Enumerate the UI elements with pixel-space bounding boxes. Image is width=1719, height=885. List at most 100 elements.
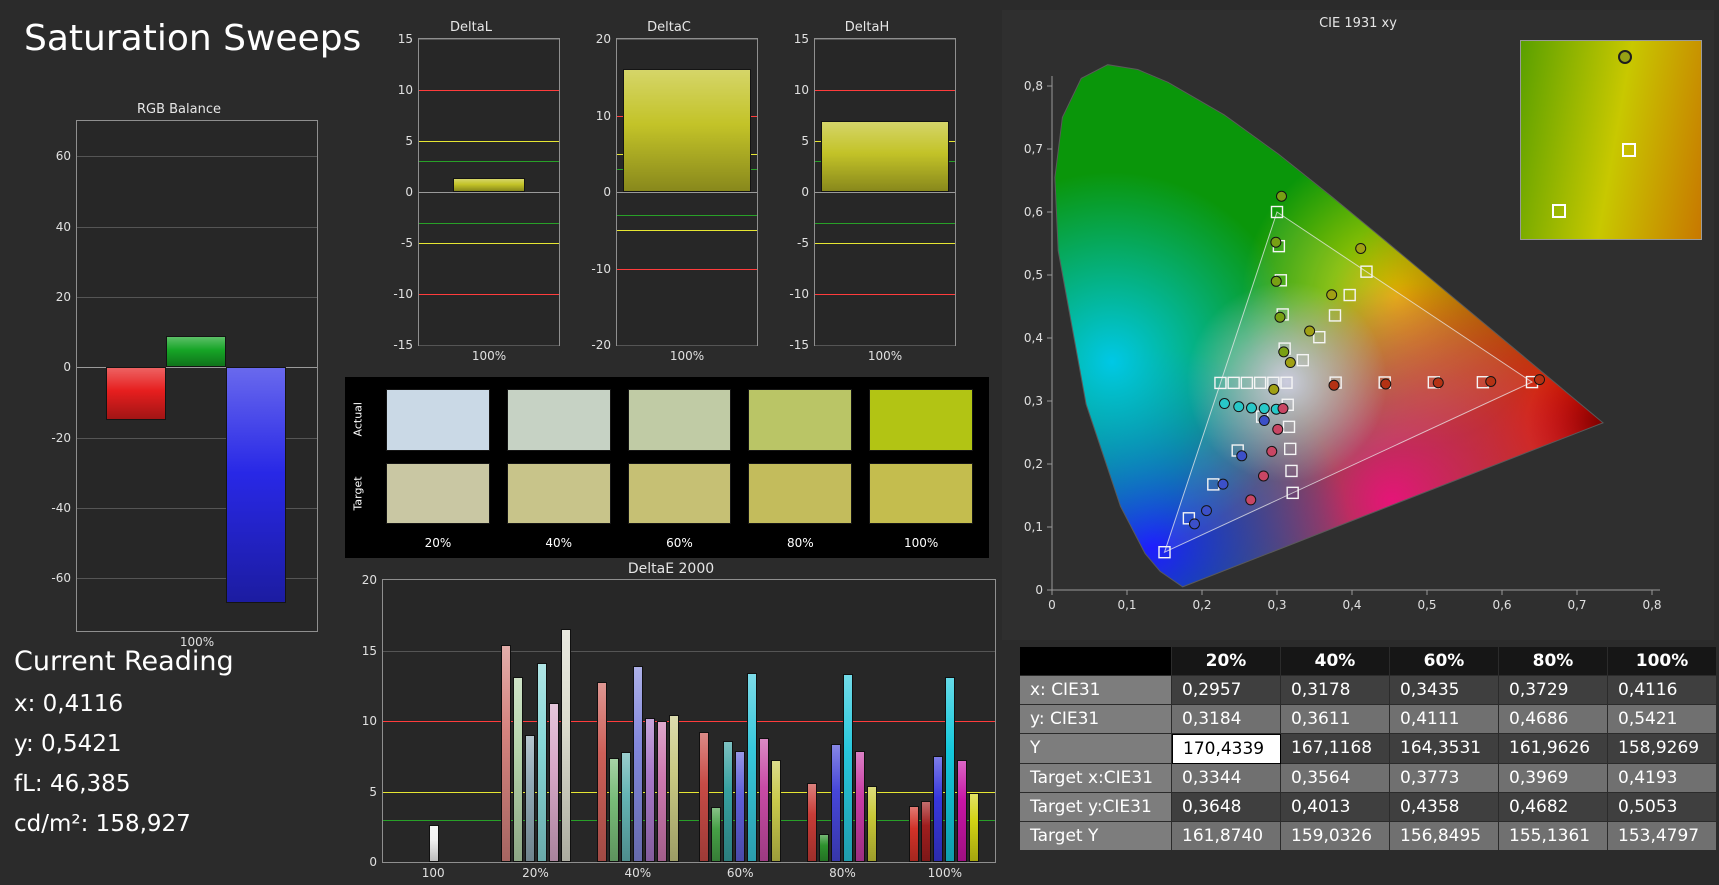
measurement-table: 20% 40% 60% 80% 100% x: CIE31 0,2957 0,3178 0,34…: [1020, 647, 1717, 851]
measurement-green: [1270, 275, 1282, 287]
deltae-bar: [723, 740, 733, 862]
measurement-cyan: [1219, 398, 1230, 410]
deltae-bar: [501, 644, 511, 862]
axis-tick-label: -20: [591, 338, 611, 352]
table-cell[interactable]: 0,3564: [1281, 764, 1390, 793]
swatch-row-label: Actual: [351, 402, 365, 437]
x-tick-label: 0,4: [1342, 598, 1361, 612]
table-cell[interactable]: 161,8740: [1172, 822, 1281, 851]
table-cell[interactable]: 0,3648: [1172, 793, 1281, 822]
swatch-col-label: 80%: [786, 536, 814, 550]
measurement-cyan: [1246, 402, 1257, 414]
axis-tick-label: -15: [393, 338, 413, 352]
table-cell[interactable]: 161,9626: [1499, 734, 1608, 764]
table-cell[interactable]: 156,8495: [1390, 822, 1499, 851]
gridline: [77, 226, 317, 228]
table-cell[interactable]: 0,4358: [1390, 793, 1499, 822]
table-cell[interactable]: 164,3531: [1390, 734, 1499, 764]
deltae-bar: [633, 666, 643, 862]
swatch-row-label: Target: [351, 476, 365, 511]
table-cell[interactable]: 158,9269: [1608, 734, 1717, 764]
table-row-label: Target x:CIE31: [1020, 764, 1172, 793]
actual-swatch-80%: [748, 389, 853, 451]
table-cell[interactable]: 0,3344: [1172, 764, 1281, 793]
table-cell[interactable]: 0,5421: [1608, 705, 1717, 734]
table-cell[interactable]: 0,4111: [1390, 705, 1499, 734]
deltae-bar: [711, 807, 721, 862]
axis-tick-label: 60: [55, 149, 71, 164]
axis-tick-label: 0: [369, 855, 377, 869]
cie-zoom-inset: [1520, 40, 1702, 240]
table-cell[interactable]: 0,5053: [1608, 793, 1717, 822]
deltae-bar: [699, 732, 709, 862]
inset-target-marker: [1622, 142, 1636, 157]
measurement-blue: [1201, 505, 1212, 517]
gridline: [77, 296, 317, 298]
y-tick-label: 0: [1035, 583, 1043, 597]
actual-swatch-40%: [506, 389, 611, 451]
table-cell[interactable]: 0,3611: [1281, 705, 1390, 734]
table-cell[interactable]: 155,1361: [1499, 822, 1608, 851]
measurement-green: [1276, 190, 1287, 202]
axis-tick-label: 10: [793, 83, 809, 97]
measurement-red: [1485, 375, 1497, 387]
deltae-bar: [855, 750, 865, 862]
table-cell[interactable]: 0,4013: [1281, 793, 1390, 822]
deltae-bar: [621, 752, 631, 862]
measurement-blue: [1217, 478, 1229, 490]
deltae-bar: [957, 760, 967, 862]
delta-bar: [622, 68, 752, 192]
table-cell[interactable]: 0,4682: [1499, 793, 1608, 822]
table-col-header: 60%: [1390, 647, 1499, 676]
table-cell[interactable]: 0,4116: [1608, 676, 1717, 705]
deltae-bar: [657, 721, 667, 862]
measurement-yellow: [1268, 383, 1280, 395]
table-cell[interactable]: 0,2957: [1172, 676, 1281, 705]
limit-line: [815, 294, 955, 295]
measurement-yellow: [1355, 242, 1367, 254]
table-cell[interactable]: 0,3435: [1390, 676, 1499, 705]
measurement-red: [1534, 374, 1545, 386]
measurement-magenta: [1277, 403, 1289, 415]
axis-tick-label: -5: [797, 236, 809, 250]
table-cell[interactable]: 167,1168: [1281, 734, 1390, 764]
measurement-cyan: [1233, 401, 1245, 413]
page-title: Saturation Sweeps: [24, 18, 362, 59]
delta-c-plot: 20 10 0 -10 -20: [591, 32, 758, 352]
x-tick-label: 0,5: [1417, 598, 1436, 612]
y-tick-label: 0,3: [1024, 394, 1043, 408]
limit-line: [419, 161, 559, 163]
table-cell[interactable]: 0,3773: [1390, 764, 1499, 793]
measurement-magenta: [1245, 494, 1257, 506]
deltae-bar: [969, 792, 979, 862]
axis-tick-label: 0: [801, 185, 809, 199]
measurement-red: [1432, 377, 1444, 389]
y-tick-label: 0,5: [1024, 268, 1043, 282]
deltae-group: [791, 580, 893, 862]
actual-swatch-20%: [386, 389, 490, 451]
axis-tick-label: 0: [603, 185, 611, 199]
table-col-header: 100%: [1608, 647, 1717, 676]
table-cell[interactable]: 159,0326: [1281, 822, 1390, 851]
x-tick-label: 0,3: [1267, 598, 1286, 612]
target-swatch-40%: [506, 462, 611, 524]
swatch-col-label: 60%: [666, 536, 693, 550]
actual-swatch-100%: [869, 389, 973, 451]
table-cell[interactable]: 0,4193: [1608, 764, 1717, 793]
limit-line: [419, 243, 559, 244]
limit-line: [617, 230, 757, 232]
table-cell[interactable]: 0,3178: [1281, 676, 1390, 705]
deltae-group: [587, 580, 689, 862]
delta-l-x-label: 100%: [471, 349, 507, 363]
table-cell[interactable]: 0,3969: [1499, 764, 1608, 793]
deltae-group: [383, 580, 485, 862]
table-cell[interactable]: 0,3184: [1172, 705, 1281, 734]
table-cell[interactable]: 0,4686: [1499, 705, 1608, 734]
current-reading-x: x: 0,4116: [14, 691, 124, 717]
table-cell[interactable]: 0,3729: [1499, 676, 1608, 705]
table-cell[interactable]: 153,4797: [1608, 822, 1717, 851]
selected-cell[interactable]: 170,4339: [1172, 734, 1281, 764]
cie-chart-panel: CIE 1931 xy 0 0 0,1 0,1 0,2 0,2 0,3 0,3 …: [1002, 10, 1714, 640]
limit-line: [419, 294, 559, 295]
gridline: [419, 192, 559, 193]
